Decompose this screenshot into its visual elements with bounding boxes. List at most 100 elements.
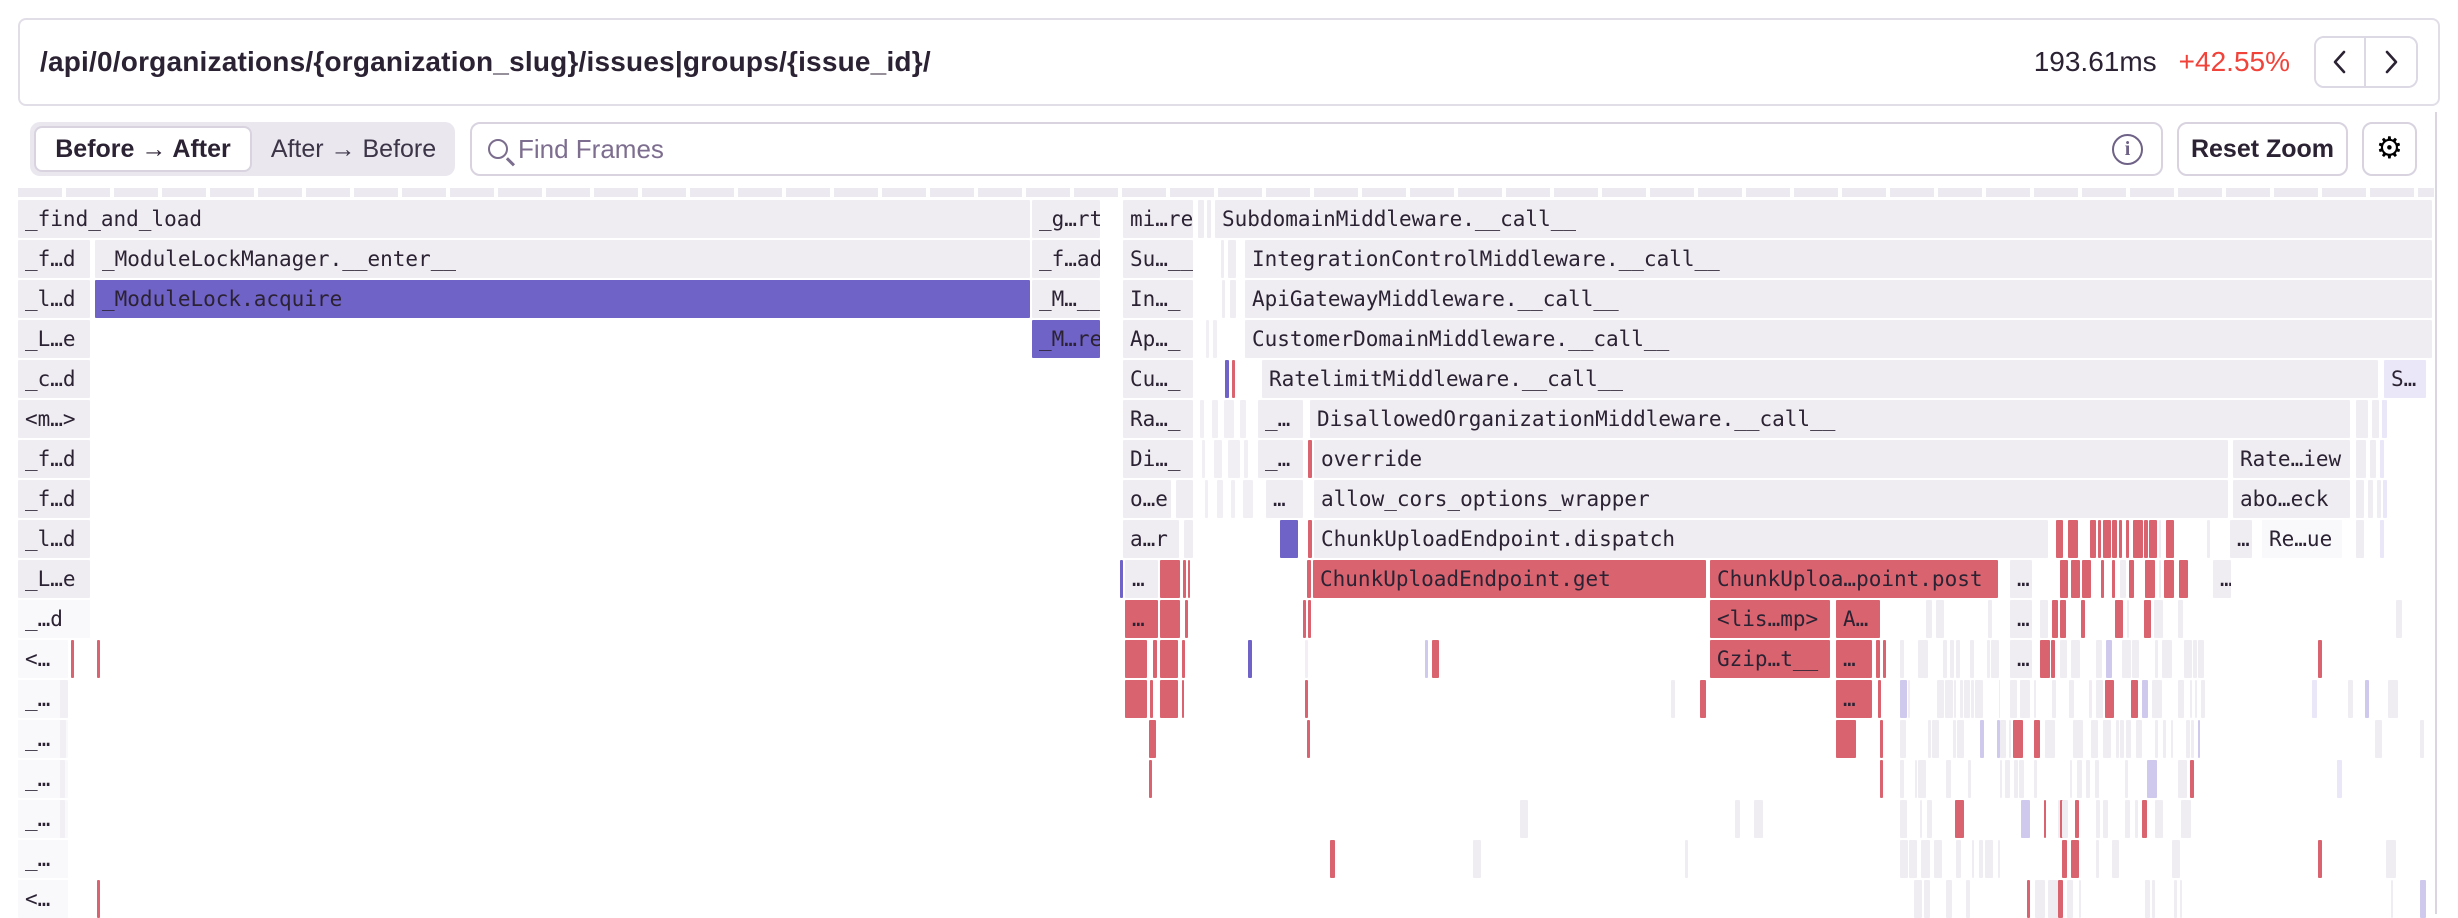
flame-frame[interactable] bbox=[1953, 720, 1956, 758]
flame-frame[interactable] bbox=[1125, 640, 1147, 678]
flame-frame[interactable] bbox=[2086, 760, 2090, 798]
flame-frame[interactable]: Re…ue bbox=[2262, 520, 2342, 558]
flame-frame[interactable] bbox=[2058, 880, 2063, 918]
flame-frame[interactable] bbox=[1425, 640, 1428, 678]
flame-frame[interactable] bbox=[97, 640, 100, 678]
flame-frame[interactable] bbox=[1954, 680, 1956, 718]
flame-frame[interactable] bbox=[2142, 800, 2147, 838]
flame-frame[interactable] bbox=[1946, 760, 1951, 798]
flame-frame[interactable] bbox=[2365, 680, 2369, 718]
flame-frame[interactable] bbox=[2044, 800, 2046, 838]
flame-frame[interactable] bbox=[2142, 680, 2148, 718]
flame-frame[interactable] bbox=[2391, 880, 2393, 918]
flame-frame[interactable]: override bbox=[1314, 440, 2228, 478]
flame-frame[interactable] bbox=[1754, 800, 1763, 838]
flame-frame[interactable]: _c…d bbox=[18, 360, 90, 398]
flame-frame[interactable] bbox=[2145, 560, 2155, 598]
flame-frame[interactable] bbox=[2198, 720, 2200, 758]
flame-frame[interactable] bbox=[2060, 640, 2067, 678]
flame-frame[interactable] bbox=[2420, 880, 2426, 918]
flame-frame[interactable]: ChunkUploadEndpoint.get bbox=[1313, 560, 1706, 598]
flame-frame[interactable] bbox=[2318, 640, 2322, 678]
flame-frame[interactable] bbox=[1202, 440, 1205, 478]
flame-frame[interactable]: _ModuleLockManager.__enter__ bbox=[95, 240, 1030, 278]
flame-frame[interactable] bbox=[2116, 720, 2119, 758]
flame-frame[interactable]: _f…d bbox=[18, 440, 90, 478]
flame-frame[interactable] bbox=[2178, 600, 2183, 638]
flame-frame[interactable] bbox=[1307, 560, 1311, 598]
flame-frame[interactable] bbox=[2164, 560, 2174, 598]
flame-frame[interactable] bbox=[2186, 720, 2190, 758]
flame-frame[interactable]: Cu…_ bbox=[1123, 360, 1193, 398]
flame-frame[interactable] bbox=[2103, 800, 2108, 838]
flame-frame[interactable] bbox=[2103, 520, 2111, 558]
flame-frame[interactable] bbox=[2112, 560, 2115, 598]
flame-frame[interactable] bbox=[2179, 560, 2188, 598]
flame-frame[interactable] bbox=[1900, 800, 1907, 838]
flame-frame[interactable]: ChunkUploa…point.post bbox=[1710, 560, 1998, 598]
flame-frame[interactable] bbox=[1160, 640, 1178, 678]
flame-frame[interactable]: <lis…mp> bbox=[1710, 600, 1830, 638]
flame-frame[interactable] bbox=[1900, 840, 1908, 878]
flame-frame[interactable]: _f…d bbox=[18, 480, 90, 518]
flame-frame[interactable] bbox=[2005, 760, 2010, 798]
flame-frame[interactable] bbox=[1308, 600, 1311, 638]
flame-frame[interactable] bbox=[2190, 760, 2194, 798]
flame-frame[interactable] bbox=[2190, 680, 2192, 718]
flame-frame[interactable] bbox=[2051, 640, 2055, 678]
flame-frame[interactable] bbox=[2126, 520, 2129, 558]
flame-frame[interactable] bbox=[1243, 480, 1253, 518]
flame-frame[interactable] bbox=[2370, 440, 2376, 478]
flame-frame[interactable] bbox=[2062, 800, 2068, 838]
flame-frame[interactable] bbox=[1956, 840, 1961, 878]
flame-frame[interactable] bbox=[2098, 520, 2101, 558]
flame-frame[interactable] bbox=[2060, 560, 2068, 598]
flame-frame[interactable]: a…r bbox=[1123, 520, 1179, 558]
flame-frame[interactable] bbox=[1207, 200, 1211, 238]
flame-frame[interactable] bbox=[2135, 800, 2138, 838]
flame-frame[interactable] bbox=[2069, 680, 2074, 718]
flame-frame[interactable] bbox=[2178, 680, 2184, 718]
flame-frame[interactable] bbox=[1955, 800, 1964, 838]
flame-frame[interactable] bbox=[2356, 400, 2368, 438]
flame-frame[interactable] bbox=[2106, 640, 2112, 678]
flame-frame[interactable]: <… bbox=[18, 880, 68, 918]
flame-frame[interactable] bbox=[1960, 680, 1963, 718]
flame-frame[interactable] bbox=[1972, 840, 1974, 878]
flame-frame[interactable] bbox=[2056, 520, 2063, 558]
flame-frame[interactable] bbox=[2163, 720, 2166, 758]
flame-frame[interactable] bbox=[2154, 600, 2163, 638]
flame-frame[interactable] bbox=[2122, 640, 2131, 678]
flame-frame[interactable] bbox=[1980, 720, 1984, 758]
flame-frame[interactable]: _g…rt bbox=[1032, 200, 1100, 238]
flame-frame[interactable]: … bbox=[2010, 640, 2032, 678]
flame-frame[interactable] bbox=[1836, 720, 1856, 758]
flame-frame[interactable] bbox=[2073, 720, 2083, 758]
flame-frame[interactable] bbox=[2126, 720, 2131, 758]
flame-frame[interactable] bbox=[1975, 680, 1983, 718]
flame-frame[interactable] bbox=[1934, 840, 1942, 878]
flame-frame[interactable]: Gzip…t__ bbox=[1710, 640, 1830, 678]
flame-frame[interactable] bbox=[2105, 680, 2114, 718]
flame-frame[interactable] bbox=[1915, 760, 1917, 798]
flame-frame[interactable] bbox=[2420, 720, 2424, 758]
flame-frame[interactable] bbox=[1217, 480, 1223, 518]
flame-frame[interactable]: … bbox=[2230, 520, 2252, 558]
flame-frame[interactable] bbox=[2184, 640, 2192, 678]
flame-frame[interactable] bbox=[60, 720, 66, 758]
flame-frame[interactable] bbox=[1957, 720, 1964, 758]
flame-frame[interactable] bbox=[2155, 800, 2163, 838]
flame-frame[interactable] bbox=[1307, 720, 1310, 758]
flame-frame[interactable] bbox=[2027, 880, 2030, 918]
flame-frame[interactable] bbox=[1149, 760, 1152, 798]
flame-frame[interactable] bbox=[1700, 680, 1706, 718]
flame-frame[interactable] bbox=[2052, 680, 2056, 718]
flame-frame[interactable] bbox=[1685, 840, 1688, 878]
flame-frame[interactable] bbox=[2396, 600, 2402, 638]
flame-frame[interactable] bbox=[1221, 240, 1224, 278]
flame-frame[interactable] bbox=[1883, 640, 1886, 678]
flame-frame[interactable]: … bbox=[2010, 560, 2032, 598]
flame-frame[interactable]: In…_ bbox=[1123, 280, 1193, 318]
flame-frame[interactable] bbox=[2375, 720, 2382, 758]
flame-frame[interactable]: ApiGatewayMiddleware.__call__ bbox=[1245, 280, 2432, 318]
